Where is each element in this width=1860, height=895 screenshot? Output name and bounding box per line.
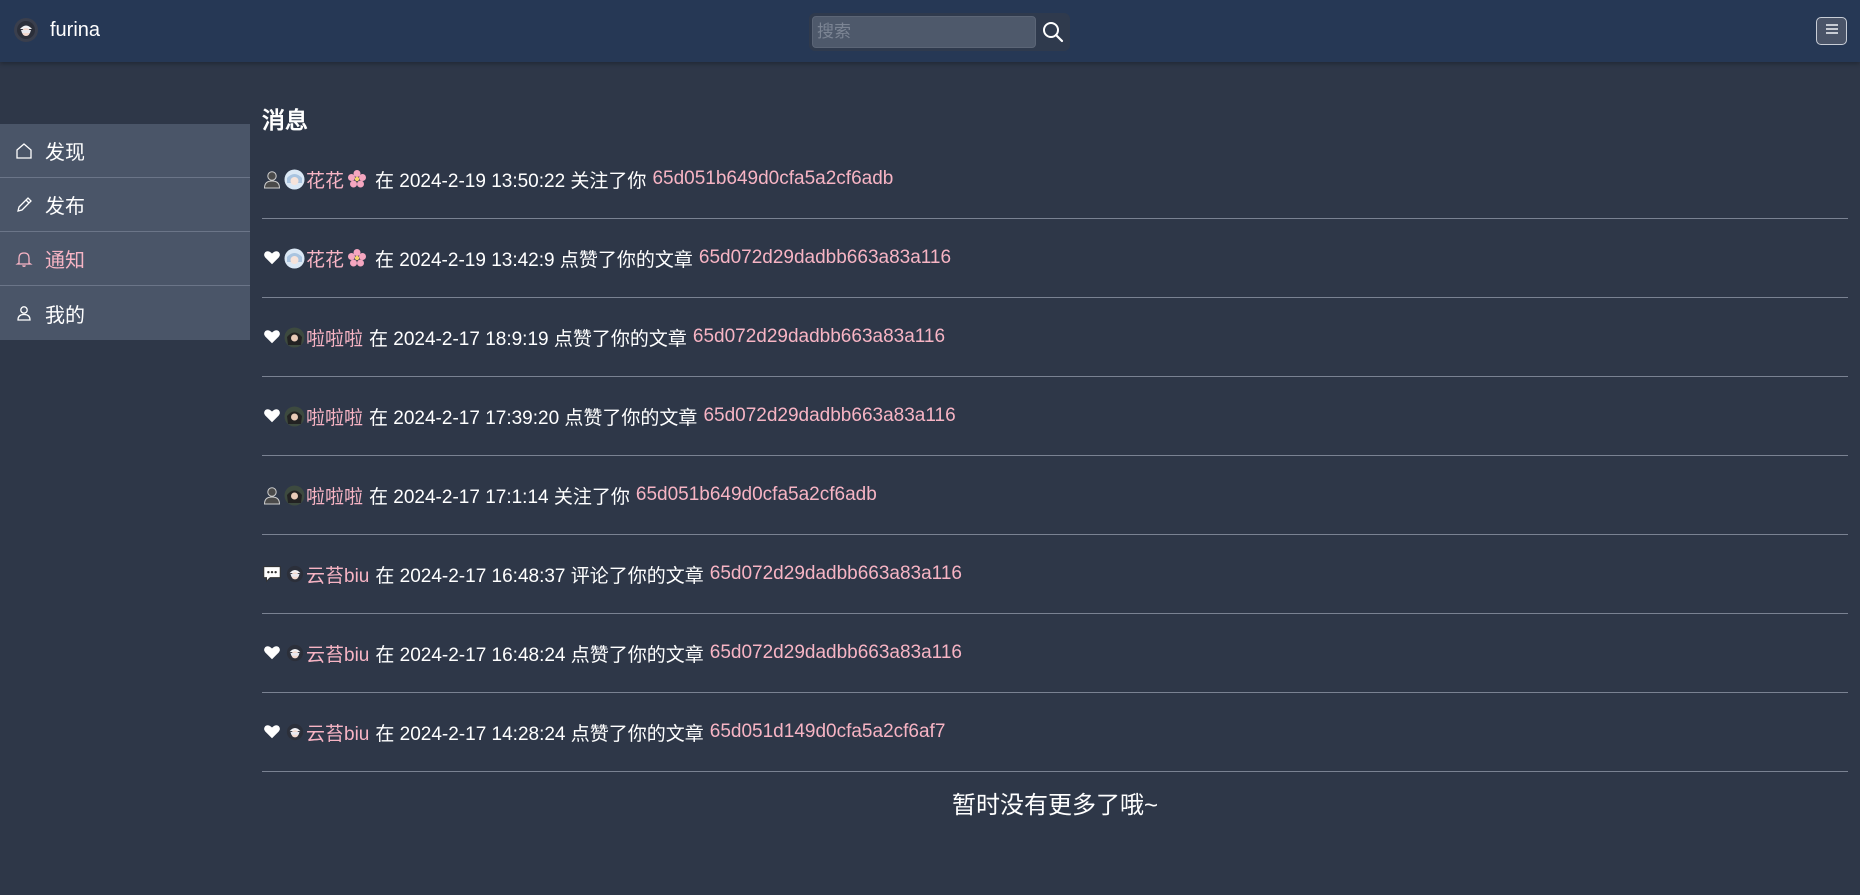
article-id-link[interactable]: 65d072d29dadbb663a83a116: [693, 326, 945, 348]
message-list: 花花在 2024-2-19 13:50:22 关注了你 65d051b649d0c…: [262, 140, 1848, 772]
avatar[interactable]: [284, 485, 305, 506]
notification-item: 云苔biu 在 2024-2-17 14:28:24 点赞了你的文章 65d051d…: [262, 693, 1848, 772]
flower-icon: [347, 248, 367, 268]
person-silhouette-icon: [262, 485, 282, 505]
furina-logo-icon: [14, 18, 38, 42]
brand-name: furina: [50, 18, 101, 41]
notification-item: 云苔biu 在 2024-2-17 16:48:24 点赞了你的文章 65d072d…: [262, 614, 1848, 693]
notification-item: 花花 在 2024-2-19 13:42:9 点赞了你的文章 65d072d29da…: [262, 219, 1848, 298]
page-title: 消息: [262, 107, 308, 133]
avatar[interactable]: [284, 643, 305, 664]
user-name-link[interactable]: 云苔biu: [306, 719, 369, 746]
user-name-link[interactable]: 啦啦啦: [306, 403, 363, 430]
white-heart-icon: [262, 406, 282, 426]
avatar[interactable]: [284, 406, 305, 427]
notification-item: 啦啦啦在 2024-2-17 17:39:20 点赞了你的文章 65d072d29…: [262, 377, 1848, 456]
notification-item: 啦啦啦在 2024-2-17 17:1:14 关注了你 65d051b649d0c…: [262, 456, 1848, 535]
white-heart-icon: [262, 643, 282, 663]
white-heart-icon: [262, 722, 282, 742]
sidebar: 发现 发布 通知 我的: [0, 124, 250, 340]
notification-text: 在 2024-2-17 17:39:20 点赞了你的文章: [369, 407, 698, 429]
search-icon[interactable]: [1037, 16, 1069, 48]
end-of-list-note: 暂时没有更多了哦~: [951, 792, 1158, 819]
article-id-link[interactable]: 65d051b649d0cfa5a2cf6adb: [652, 168, 893, 190]
notification-text: 在 2024-2-17 18:9:19 点赞了你的文章: [369, 328, 687, 350]
notification-text: 在 2024-2-17 16:48:24 点赞了你的文章: [375, 644, 704, 666]
user-name-link[interactable]: 花花: [306, 245, 344, 272]
user-name-link[interactable]: 啦啦啦: [306, 324, 363, 351]
notification-text: 在 2024-2-19 13:50:22 关注了你: [375, 170, 647, 192]
top-navbar: furina: [0, 0, 1860, 62]
speech-bubble-icon: [262, 564, 282, 584]
person-silhouette-icon: [262, 169, 282, 189]
search-input[interactable]: [812, 16, 1036, 48]
avatar[interactable]: [284, 248, 305, 269]
notification-text: 在 2024-2-17 16:48:37 评论了你的文章: [375, 565, 704, 587]
article-id-link[interactable]: 65d072d29dadbb663a83a116: [710, 642, 962, 664]
white-heart-icon: [262, 327, 282, 347]
user-name-link[interactable]: 花花: [306, 166, 344, 193]
article-id-link[interactable]: 65d072d29dadbb663a83a116: [710, 563, 962, 585]
user-name-link[interactable]: 云苔biu: [306, 561, 369, 588]
sidebar-item-mine[interactable]: 我的: [0, 286, 250, 340]
brand[interactable]: furina: [14, 18, 100, 42]
sidebar-item-notifications[interactable]: 通知: [0, 232, 250, 286]
notification-text: 在 2024-2-19 13:42:9 点赞了你的文章: [375, 249, 693, 271]
avatar[interactable]: [284, 169, 305, 190]
article-id-link[interactable]: 65d051b649d0cfa5a2cf6adb: [636, 484, 877, 506]
hamburger-icon: [1824, 22, 1840, 41]
notification-item: 啦啦啦在 2024-2-17 18:9:19 点赞了你的文章 65d072d29d…: [262, 298, 1848, 377]
avatar[interactable]: [284, 327, 305, 348]
user-name-link[interactable]: 啦啦啦: [306, 482, 363, 509]
sidebar-item-discover[interactable]: 发现: [0, 124, 250, 178]
user-icon: [14, 303, 34, 323]
flower-icon: [347, 169, 367, 189]
sidebar-item-publish[interactable]: 发布: [0, 178, 250, 232]
notification-text: 在 2024-2-17 14:28:24 点赞了你的文章: [375, 723, 704, 745]
article-id-link[interactable]: 65d072d29dadbb663a83a116: [699, 247, 951, 269]
avatar[interactable]: [284, 564, 305, 585]
notification-item: 云苔biu 在 2024-2-17 16:48:37 评论了你的文章 65d072d…: [262, 535, 1848, 614]
bell-icon: [14, 249, 34, 269]
article-id-link[interactable]: 65d051d149d0cfa5a2cf6af7: [710, 721, 946, 743]
notification-text: 在 2024-2-17 17:1:14 关注了你: [369, 486, 630, 508]
search-bar: [809, 13, 1070, 51]
notification-item: 花花 在 2024-2-19 13:50:22 关注了你 65d051b649d0c…: [262, 140, 1848, 219]
sidebar-item-label: 发现: [45, 142, 85, 164]
user-name-link[interactable]: 云苔biu: [306, 640, 369, 667]
pencil-icon: [14, 195, 34, 215]
menu-toggle-button[interactable]: [1816, 17, 1847, 45]
sidebar-item-label: 发布: [45, 196, 85, 218]
white-heart-icon: [262, 248, 282, 268]
sidebar-item-label: 通知: [45, 250, 85, 272]
sidebar-item-label: 我的: [45, 304, 85, 327]
article-id-link[interactable]: 65d072d29dadbb663a83a116: [703, 405, 955, 427]
home-icon: [14, 141, 34, 161]
avatar[interactable]: [284, 722, 305, 743]
